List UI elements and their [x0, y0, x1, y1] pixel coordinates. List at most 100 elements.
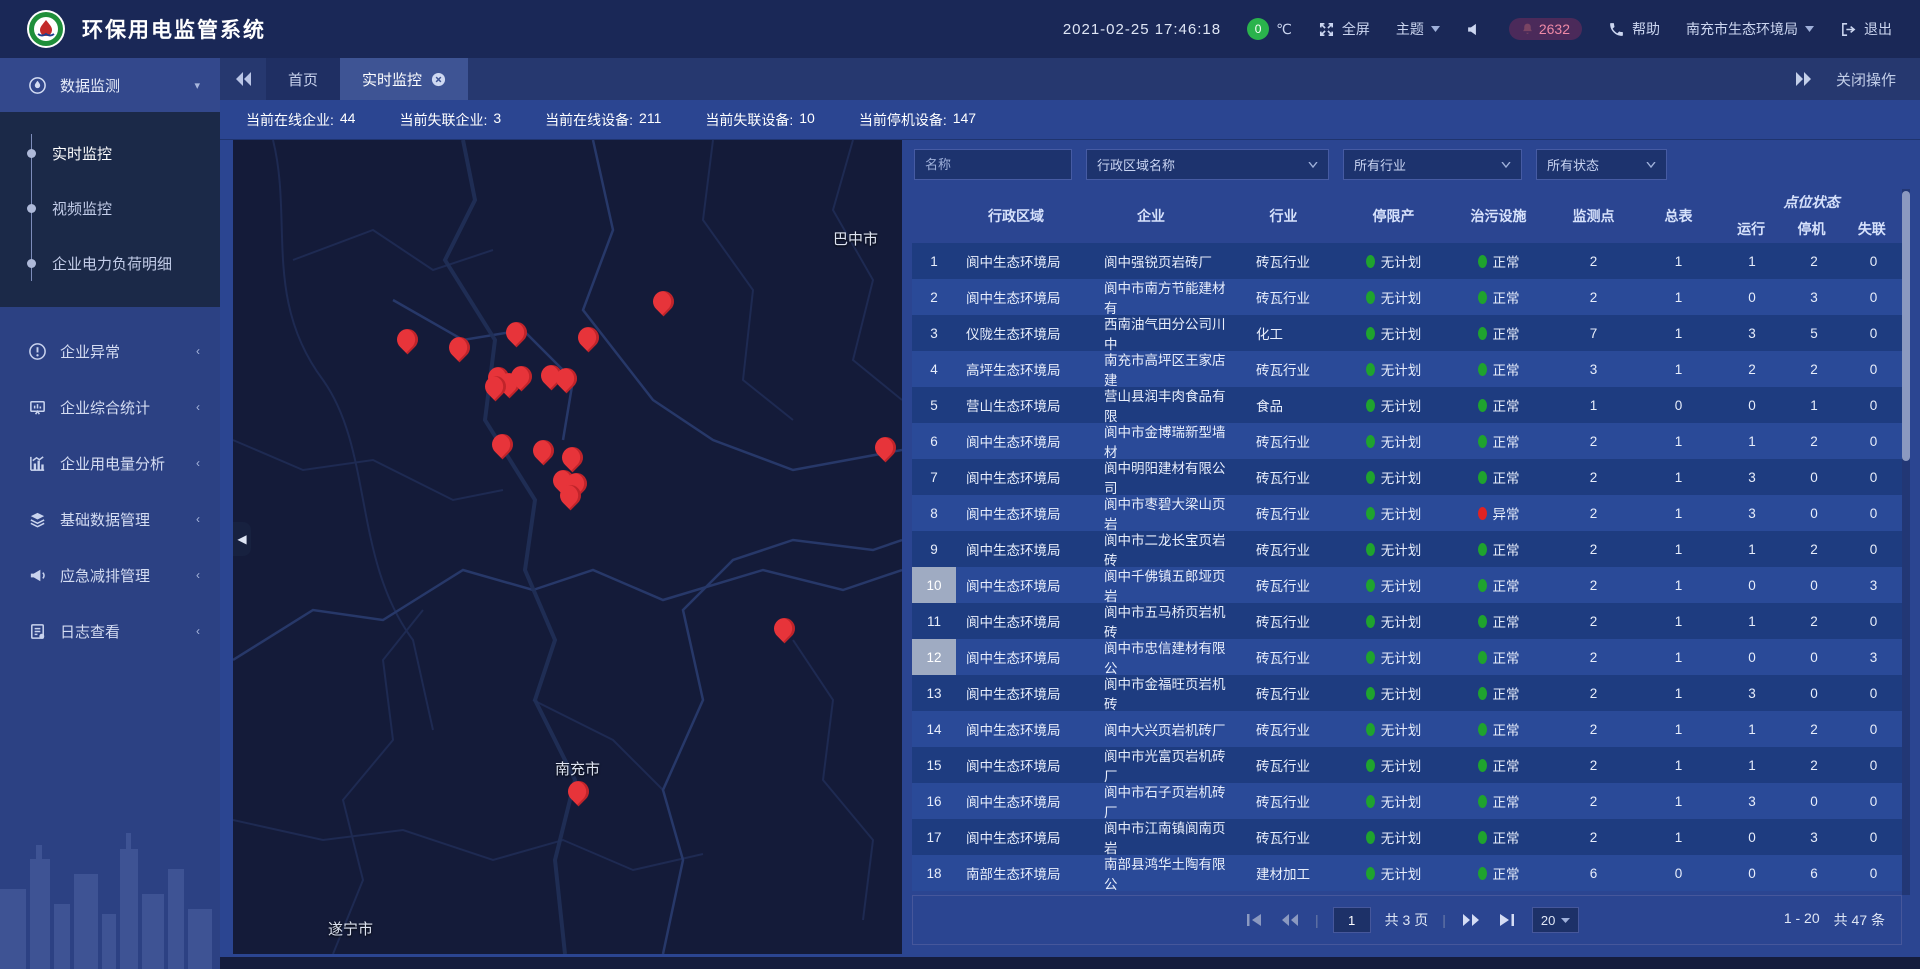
- sidebar-item-base-data[interactable]: 基础数据管理 ‹: [0, 491, 220, 547]
- notification-badge[interactable]: 2632: [1509, 18, 1582, 40]
- points-cell: 2: [1551, 531, 1636, 567]
- sidebar-item-power-analysis[interactable]: 企业用电量分析 ‹: [0, 435, 220, 491]
- next-page-button[interactable]: [1460, 911, 1482, 929]
- chevron-left-icon: ‹: [196, 456, 200, 470]
- page-size-select[interactable]: 20: [1532, 907, 1579, 933]
- region-filter-select[interactable]: 行政区域名称: [1086, 149, 1329, 180]
- facility-status-cell: 正常: [1446, 711, 1551, 747]
- sidebar-item-realtime-monitor[interactable]: 实时监控: [0, 126, 220, 181]
- meter-cell: 1: [1636, 783, 1721, 819]
- sidebar-item-enterprise-abnormal[interactable]: 企业异常 ‹: [0, 323, 220, 379]
- meter-cell: 1: [1636, 351, 1721, 387]
- table-row[interactable]: 18 南部生态环境局 南部县鸿华土陶有限公 建材加工 无计划 正常 6 0 0 …: [912, 855, 1902, 891]
- facility-status-cell: 正常: [1446, 855, 1551, 891]
- table-row[interactable]: 10 阆中生态环境局 阆中千佛镇五郎垭页岩 砖瓦行业 无计划 正常 2 1 0 …: [912, 567, 1902, 603]
- status-dot-icon: [1366, 471, 1375, 484]
- table-row[interactable]: 13 阆中生态环境局 阆中市金福旺页岩机砖 砖瓦行业 无计划 正常 2 1 3 …: [912, 675, 1902, 711]
- map-city-label: 巴中市: [833, 228, 878, 249]
- tab-realtime-monitor[interactable]: 实时监控: [340, 58, 468, 100]
- column-header-lost: 失联: [1842, 215, 1902, 243]
- table-row[interactable]: 16 阆中生态环境局 阆中市石子页岩机砖厂 砖瓦行业 无计划 正常 2 1 3 …: [912, 783, 1902, 819]
- company-cell: 阆中市南方节能建材有: [1076, 279, 1226, 315]
- logout-icon: [1840, 21, 1857, 38]
- tab-home[interactable]: 首页: [266, 58, 340, 100]
- footer-strip: [220, 957, 1920, 969]
- temperature: 0 ℃: [1247, 18, 1292, 40]
- close-icon[interactable]: [431, 72, 446, 87]
- row-number-cell: 15: [912, 747, 956, 783]
- table-scrollbar[interactable]: [1902, 189, 1910, 895]
- region-cell: 阆中生态环境局: [956, 279, 1076, 315]
- table-row[interactable]: 14 阆中生态环境局 阆中大兴页岩机砖厂 砖瓦行业 无计划 正常 2 1 1 2…: [912, 711, 1902, 747]
- bell-icon: [1521, 22, 1534, 36]
- row-number-cell: 9: [912, 531, 956, 567]
- fullscreen-button[interactable]: 全屏: [1318, 19, 1370, 39]
- sidebar-item-log-view[interactable]: 日志查看 ‹: [0, 603, 220, 659]
- meter-cell: 1: [1636, 315, 1721, 351]
- run-cell: 3: [1721, 675, 1783, 711]
- table-row[interactable]: 4 高坪生态环境局 南充市高坪区王家店建 砖瓦行业 无计划 正常 3 1 2 2…: [912, 351, 1902, 387]
- facility-status-cell: 正常: [1446, 567, 1551, 603]
- page-number-input[interactable]: [1333, 907, 1371, 933]
- table-row[interactable]: 5 营山生态环境局 营山县润丰肉食品有限 食品 无计划 正常 1 0 0 1 0: [912, 387, 1902, 423]
- table-row[interactable]: 1 阆中生态环境局 阆中强锐页岩砖厂 砖瓦行业 无计划 正常 2 1 1 2 0: [912, 243, 1902, 279]
- last-page-button[interactable]: [1496, 911, 1518, 929]
- timeline-dot-icon: [27, 149, 36, 158]
- facility-status-cell: 正常: [1446, 351, 1551, 387]
- status-dot-icon: [1478, 471, 1487, 484]
- meter-cell: 1: [1636, 603, 1721, 639]
- table-row[interactable]: 17 阆中生态环境局 阆中市江南镇阆南页岩 砖瓦行业 无计划 正常 2 1 0 …: [912, 819, 1902, 855]
- header: 环保用电监管系统 2021-02-25 17:46:18 0 ℃ 全屏 主题 2…: [0, 0, 1920, 58]
- facility-status-cell: 正常: [1446, 675, 1551, 711]
- status-dot-icon: [1366, 867, 1375, 880]
- help-button[interactable]: 帮助: [1608, 19, 1660, 39]
- lost-cell: 0: [1845, 351, 1902, 387]
- industry-filter-select[interactable]: 所有行业: [1343, 149, 1522, 180]
- table-row[interactable]: 12 阆中生态环境局 阆中市忠信建材有限公 砖瓦行业 无计划 正常 2 1 0 …: [912, 639, 1902, 675]
- sidebar-item-data-monitoring[interactable]: 数据监测 ▾: [0, 58, 220, 112]
- mute-button[interactable]: [1466, 21, 1483, 38]
- points-cell: 2: [1551, 711, 1636, 747]
- table-row[interactable]: 9 阆中生态环境局 阆中市二龙长宝页岩砖 砖瓦行业 无计划 正常 2 1 1 2…: [912, 531, 1902, 567]
- timeline-dot-icon: [27, 259, 36, 268]
- facility-status-cell: 正常: [1446, 783, 1551, 819]
- close-operations-button[interactable]: 关闭操作: [1836, 69, 1896, 90]
- sidebar-item-power-load-detail[interactable]: 企业电力负荷明细: [0, 236, 220, 291]
- table-row[interactable]: 3 仪陇生态环境局 西南油气田分公司川中 化工 无计划 正常 7 1 3 5 0: [912, 315, 1902, 351]
- table-row[interactable]: 2 阆中生态环境局 阆中市南方节能建材有 砖瓦行业 无计划 正常 2 1 0 3…: [912, 279, 1902, 315]
- sidebar-item-enterprise-statistics[interactable]: 企业综合统计 ‹: [0, 379, 220, 435]
- log-doc-icon: [28, 622, 47, 641]
- logout-button[interactable]: 退出: [1840, 19, 1892, 39]
- theme-dropdown[interactable]: 主题: [1396, 19, 1440, 39]
- first-page-button[interactable]: [1243, 911, 1265, 929]
- sidebar-item-video-monitor[interactable]: 视频监控: [0, 181, 220, 236]
- status-filter-select[interactable]: 所有状态: [1536, 149, 1667, 180]
- industry-cell: 砖瓦行业: [1226, 351, 1341, 387]
- tabs-scroll-left-button[interactable]: [220, 58, 266, 100]
- double-chevron-right-icon[interactable]: [1796, 72, 1812, 86]
- stop-cell: 2: [1783, 351, 1845, 387]
- prev-page-button[interactable]: [1279, 911, 1301, 929]
- table-row[interactable]: 15 阆中生态环境局 阆中市光富页岩机砖厂 砖瓦行业 无计划 正常 2 1 1 …: [912, 747, 1902, 783]
- map[interactable]: 巴中市 南充市 遂宁市 ◀: [233, 140, 902, 954]
- row-number-cell: 1: [912, 243, 956, 279]
- table-row[interactable]: 6 阆中生态环境局 阆中市金博瑞新型墙材 砖瓦行业 无计划 正常 2 1 1 2…: [912, 423, 1902, 459]
- table-row[interactable]: 7 阆中生态环境局 阆中明阳建材有限公司 砖瓦行业 无计划 正常 2 1 3 0…: [912, 459, 1902, 495]
- map-collapse-handle[interactable]: ◀: [233, 522, 251, 556]
- name-filter-input[interactable]: [925, 157, 1061, 172]
- status-dot-icon: [1366, 651, 1375, 664]
- sidebar-item-emergency-reduction[interactable]: 应急减排管理 ‹: [0, 547, 220, 603]
- stat-value: 44: [340, 110, 356, 130]
- status-dot-icon: [1478, 543, 1487, 556]
- table-row[interactable]: 11 阆中生态环境局 阆中市五马桥页岩机砖 砖瓦行业 无计划 正常 2 1 1 …: [912, 603, 1902, 639]
- stat-item: 当前在线企业: 44: [246, 110, 355, 130]
- row-number-cell: 8: [912, 495, 956, 531]
- column-header-num: [912, 189, 956, 243]
- column-header-meter: 总表: [1636, 189, 1721, 243]
- industry-cell: 砖瓦行业: [1226, 531, 1341, 567]
- industry-cell: 砖瓦行业: [1226, 567, 1341, 603]
- row-number-cell: 14: [912, 711, 956, 747]
- scrollbar-thumb[interactable]: [1902, 191, 1910, 461]
- table-row[interactable]: 8 阆中生态环境局 阆中市枣碧大梁山页岩 砖瓦行业 无计划 异常 2 1 3 0…: [912, 495, 1902, 531]
- org-dropdown[interactable]: 南充市生态环境局: [1686, 19, 1814, 39]
